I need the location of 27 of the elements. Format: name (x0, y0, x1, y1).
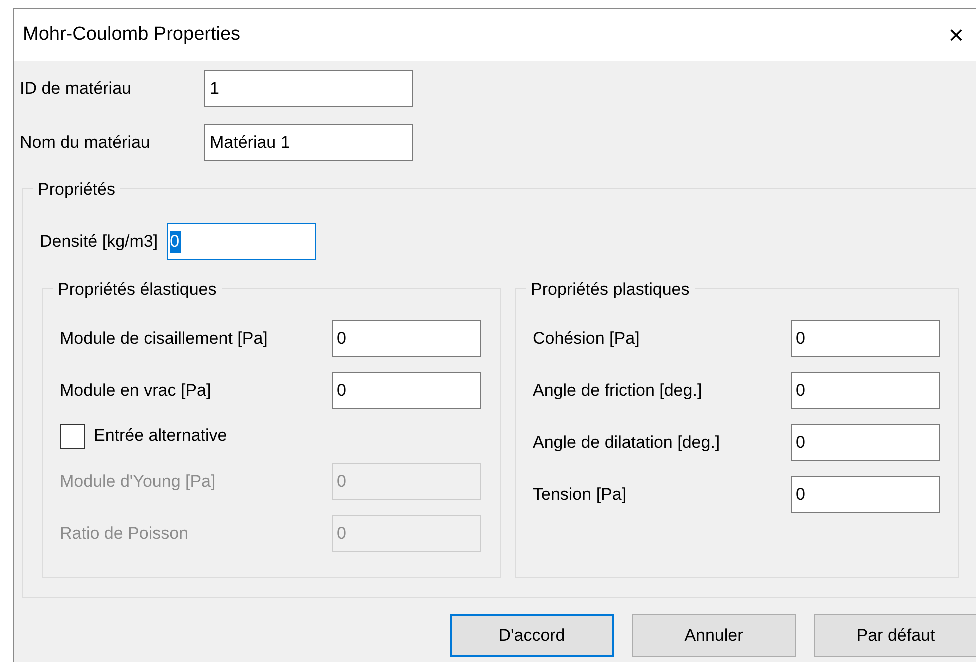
input-field[interactable]: 0 (167, 223, 316, 260)
input-field[interactable]: 1 (204, 70, 413, 107)
input-field[interactable]: Matériau 1 (204, 124, 413, 161)
input-field[interactable]: 0 (791, 320, 940, 357)
dialog-button[interactable]: Annuler (632, 614, 796, 657)
field-label: Nom du matériau (20, 132, 152, 154)
input-field[interactable]: 0 (332, 320, 481, 357)
field-label: ID de matériau (20, 78, 132, 100)
checkbox[interactable] (60, 424, 85, 448)
field-label: Module de cisaillement [Pa] (60, 328, 269, 350)
field-label: Tension [Pa] (533, 484, 628, 506)
field-label: Cohésion [Pa] (533, 328, 641, 350)
checkbox-label: Entrée alternative (94, 425, 228, 448)
input-field[interactable]: 0 (791, 424, 940, 461)
input-field[interactable]: 0 (332, 372, 481, 409)
field-label: Angle de friction [deg.] (533, 380, 704, 402)
input-field[interactable]: 0 (791, 476, 940, 513)
field-label: Ratio de Poisson (60, 522, 190, 545)
field-label: Densité [kg/m3] (40, 230, 158, 253)
dialog-button[interactable]: D'accord (450, 614, 614, 657)
close-button[interactable]: × (944, 22, 968, 48)
window-title: Mohr-Coulomb Properties (23, 22, 241, 47)
dialog-button[interactable]: Par défaut (814, 614, 976, 657)
input-field[interactable]: 0 (791, 372, 940, 409)
field-label: Module d'Young [Pa] (60, 470, 217, 493)
field-label: Angle de dilatation [deg.] (533, 432, 722, 454)
field-label: Module en vrac [Pa] (60, 380, 212, 402)
